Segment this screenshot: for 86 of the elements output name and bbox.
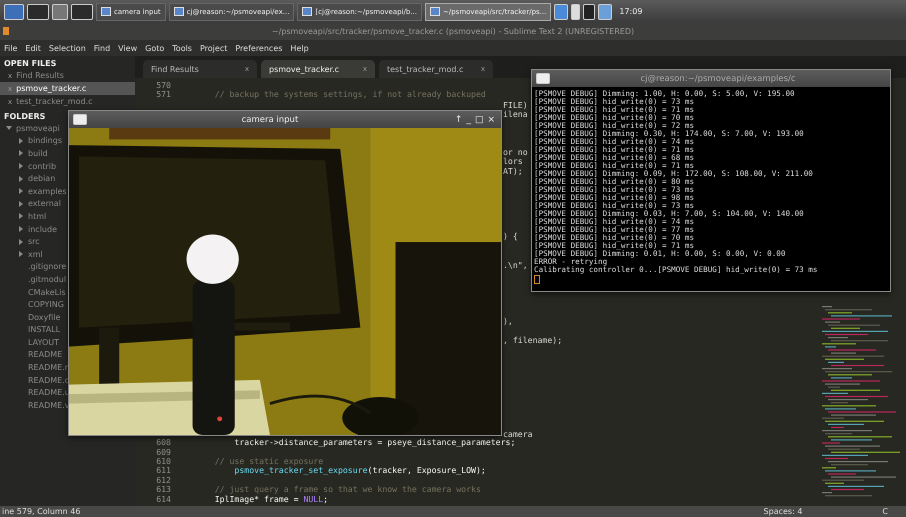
line-number: 612: [155, 476, 172, 486]
file-name[interactable]: .gitmodul: [28, 274, 66, 284]
code-line: IplImage* frame = NULL;: [214, 494, 328, 504]
folder-name[interactable]: bindings: [28, 136, 62, 146]
menu-item[interactable]: Project: [200, 44, 228, 52]
code-fragment: FILE): [503, 100, 528, 110]
file-name[interactable]: README.v: [28, 400, 70, 410]
line-number: 614: [155, 494, 172, 504]
collapsed-arrow-icon[interactable]: [18, 163, 24, 170]
file-name[interactable]: .gitignore: [28, 262, 66, 272]
window-icon: [536, 73, 550, 84]
line-number: 608: [155, 438, 172, 448]
folder-name[interactable]: contrib: [28, 162, 56, 171]
menu-item[interactable]: Preferences: [235, 44, 282, 52]
clock[interactable]: 17:09: [619, 7, 642, 16]
folder-name[interactable]: include: [28, 224, 57, 234]
folder-name[interactable]: examples: [28, 186, 67, 196]
line-number: 613: [155, 485, 172, 495]
menu-item[interactable]: Goto: [145, 44, 164, 52]
app-icon: [3, 27, 9, 35]
window-title: camera input: [240, 114, 300, 124]
folder-name[interactable]: debian: [28, 174, 56, 184]
collapsed-arrow-icon[interactable]: [18, 200, 24, 207]
code-line: // backup the systems settings, if not already backuped: [214, 90, 486, 100]
expanded-arrow-icon[interactable]: [6, 125, 12, 132]
code-fragment: or no: [503, 146, 528, 157]
menu-item[interactable]: Tools: [172, 44, 192, 52]
line-number: 571: [155, 90, 172, 100]
line-number: 609: [155, 448, 172, 457]
window-title: cj@reason:~/psmoveapi/examples/c: [639, 74, 797, 84]
folder-name[interactable]: external: [28, 199, 61, 208]
folder-name[interactable]: xml: [28, 250, 43, 259]
text-cursor: [534, 275, 540, 284]
collapsed-arrow-icon[interactable]: [18, 213, 24, 220]
menu-item[interactable]: Find: [94, 44, 110, 52]
collapsed-arrow-icon[interactable]: [18, 238, 24, 245]
file-name[interactable]: CMakeLis: [28, 288, 66, 297]
collapsed-arrow-icon[interactable]: [18, 226, 24, 232]
file-name[interactable]: README.r: [28, 363, 68, 372]
code-fragment: ),: [503, 316, 513, 326]
code-line: // use static exposure: [214, 456, 324, 466]
cursor-position: ine 579, Column 46: [2, 507, 80, 516]
code-fragment: , filename);: [503, 334, 562, 345]
code-line: psmove_tracker_set_exposure(tracker, Exposure_LOW);: [233, 466, 486, 476]
collapsed-arrow-icon[interactable]: [18, 138, 24, 144]
code-fragment: lors: [503, 156, 523, 166]
code-line: tracker->distance_parameters = pseye_distance_parameters;: [233, 438, 516, 448]
code-line: // just query a frame so that we know the camera works: [214, 485, 481, 495]
menu-item[interactable]: Help: [290, 44, 309, 52]
menu-item[interactable]: Edit: [25, 44, 41, 52]
menu-item[interactable]: Selection: [48, 44, 86, 52]
window-control-button[interactable]: _: [464, 114, 473, 124]
code-fragment: AT);: [503, 166, 523, 176]
code-fragment: ilena: [503, 109, 528, 120]
file-name[interactable]: README.u: [28, 388, 70, 398]
file-name[interactable]: LAYOUT: [28, 338, 59, 347]
collapsed-arrow-icon[interactable]: [18, 251, 24, 258]
sidebar-heading: OPEN FILES: [3, 58, 58, 69]
syntax-setting[interactable]: C: [882, 507, 888, 516]
window-title: ~/psmoveapi/src/tracker/psmove_tracker.c (psmoveapi) - Sublime Text 2 (UNREGISTERED): [272, 27, 634, 36]
window-control-button[interactable]: ↑: [452, 114, 464, 124]
menu-item[interactable]: File: [4, 44, 18, 52]
file-name[interactable]: README: [28, 350, 62, 360]
line-number: 611: [155, 466, 172, 476]
sidebar-heading: FOLDERS: [3, 111, 46, 122]
collapsed-arrow-icon[interactable]: [18, 150, 24, 156]
file-name[interactable]: INSTALL: [28, 325, 60, 334]
folder-name[interactable]: src: [28, 237, 40, 246]
window-control-button[interactable]: □: [472, 114, 486, 124]
collapsed-arrow-icon[interactable]: [18, 176, 24, 182]
menu-item[interactable]: View: [118, 44, 138, 52]
code-fragment: camera: [503, 428, 533, 439]
indentation-setting[interactable]: Spaces: 4: [764, 507, 802, 516]
folder-name[interactable]: psmoveapi: [16, 124, 60, 133]
window-control-button[interactable]: ×: [485, 114, 497, 124]
line-number: 610: [155, 456, 172, 466]
file-name[interactable]: README.c: [28, 376, 70, 385]
collapsed-arrow-icon[interactable]: [18, 188, 24, 194]
file-name[interactable]: COPYING: [28, 300, 64, 310]
line-number: 570: [155, 81, 172, 90]
code-fragment: .\n",: [503, 260, 528, 270]
folder-name[interactable]: html: [28, 212, 46, 221]
window-icon: [73, 114, 87, 125]
file-name[interactable]: Doxyfile: [28, 312, 60, 322]
folder-name[interactable]: build: [28, 148, 48, 158]
code-fragment: ) {: [503, 231, 518, 242]
